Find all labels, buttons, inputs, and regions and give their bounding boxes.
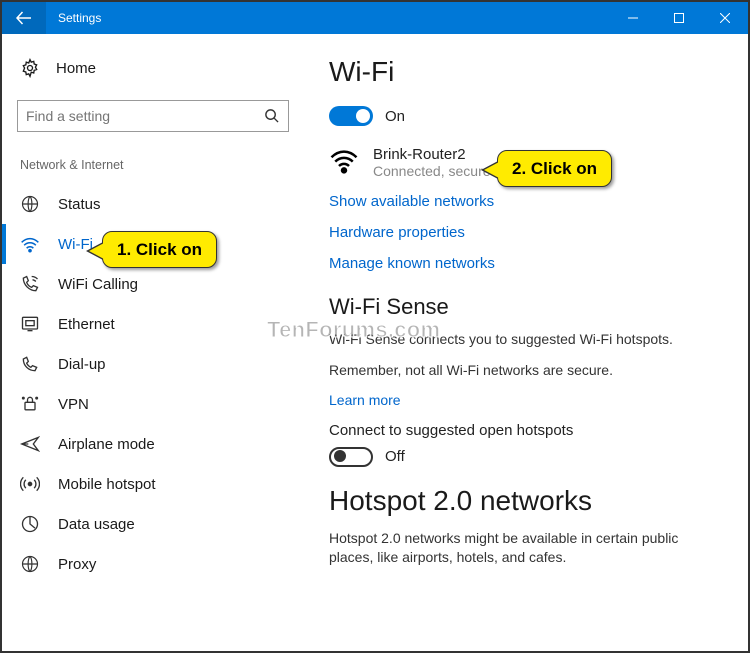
status-icon bbox=[20, 194, 40, 214]
wifi-toggle[interactable] bbox=[329, 106, 373, 126]
suggested-toggle-label: Off bbox=[385, 448, 405, 465]
data-usage-icon bbox=[20, 514, 40, 534]
dialup-icon bbox=[20, 354, 40, 374]
wifi-toggle-row: On bbox=[329, 106, 720, 126]
sidebar-item-label: Mobile hotspot bbox=[58, 476, 156, 493]
sidebar: Home Network & Internet Status Wi-Fi WiF… bbox=[2, 34, 307, 651]
category-label: Network & Internet bbox=[2, 148, 307, 184]
annotation-1: 1. Click on bbox=[102, 231, 217, 268]
ethernet-icon bbox=[20, 314, 40, 334]
sidebar-item-label: Ethernet bbox=[58, 316, 115, 333]
window-controls bbox=[610, 2, 748, 34]
home-button[interactable]: Home bbox=[2, 52, 307, 84]
sidebar-item-label: WiFi Calling bbox=[58, 276, 138, 293]
search-input[interactable] bbox=[17, 100, 289, 132]
sidebar-item-label: Airplane mode bbox=[58, 436, 155, 453]
wifi-sense-note: Remember, not all Wi-Fi networks are sec… bbox=[329, 361, 720, 380]
suggested-toggle-row: Off bbox=[329, 447, 720, 467]
wifi-sense-heading: Wi-Fi Sense bbox=[329, 294, 720, 320]
wifi-calling-icon bbox=[20, 274, 40, 294]
airplane-icon bbox=[20, 434, 40, 454]
hotspot-icon bbox=[20, 474, 40, 494]
network-status: Connected, secured bbox=[373, 163, 498, 179]
annotation-2: 2. Click on bbox=[497, 150, 612, 187]
page-title: Wi-Fi bbox=[329, 56, 720, 88]
sidebar-item-dialup[interactable]: Dial-up bbox=[2, 344, 307, 384]
home-label: Home bbox=[56, 60, 96, 77]
learn-more-link[interactable]: Learn more bbox=[329, 392, 720, 408]
sidebar-item-label: Status bbox=[58, 196, 101, 213]
vpn-icon bbox=[20, 394, 40, 414]
wifi-signal-icon bbox=[329, 148, 359, 174]
search-icon bbox=[264, 108, 280, 124]
wifi-icon bbox=[20, 234, 40, 254]
manage-networks-link[interactable]: Manage known networks bbox=[329, 255, 720, 272]
sidebar-item-ethernet[interactable]: Ethernet bbox=[2, 304, 307, 344]
maximize-button[interactable] bbox=[656, 2, 702, 34]
hardware-properties-link[interactable]: Hardware properties bbox=[329, 224, 720, 241]
network-name: Brink-Router2 bbox=[373, 146, 498, 163]
titlebar: Settings bbox=[2, 2, 748, 34]
sidebar-item-label: VPN bbox=[58, 396, 89, 413]
sidebar-item-hotspot[interactable]: Mobile hotspot bbox=[2, 464, 307, 504]
wifi-toggle-label: On bbox=[385, 108, 405, 125]
sidebar-item-label: Proxy bbox=[58, 556, 96, 573]
sidebar-item-datausage[interactable]: Data usage bbox=[2, 504, 307, 544]
wifi-sense-desc: Wi-Fi Sense connects you to suggested Wi… bbox=[329, 330, 720, 349]
sidebar-item-airplane[interactable]: Airplane mode bbox=[2, 424, 307, 464]
main-panel: Wi-Fi On Brink-Router2 Connected, secure… bbox=[307, 34, 748, 651]
sidebar-item-label: Data usage bbox=[58, 516, 135, 533]
sidebar-item-status[interactable]: Status bbox=[2, 184, 307, 224]
sidebar-item-label: Dial-up bbox=[58, 356, 106, 373]
suggested-hotspots-toggle[interactable] bbox=[329, 447, 373, 467]
sidebar-item-proxy[interactable]: Proxy bbox=[2, 544, 307, 584]
sidebar-item-vpn[interactable]: VPN bbox=[2, 384, 307, 424]
search-field[interactable] bbox=[26, 108, 264, 124]
hotspot20-heading: Hotspot 2.0 networks bbox=[329, 485, 720, 517]
close-button[interactable] bbox=[702, 2, 748, 34]
window-title: Settings bbox=[46, 11, 101, 25]
proxy-icon bbox=[20, 554, 40, 574]
back-button[interactable] bbox=[2, 2, 46, 34]
gear-icon bbox=[20, 58, 40, 78]
sidebar-item-wifi-calling[interactable]: WiFi Calling bbox=[2, 264, 307, 304]
suggested-hotspots-label: Connect to suggested open hotspots bbox=[329, 422, 720, 439]
minimize-button[interactable] bbox=[610, 2, 656, 34]
hotspot20-desc: Hotspot 2.0 networks might be available … bbox=[329, 529, 720, 567]
show-networks-link[interactable]: Show available networks bbox=[329, 193, 720, 210]
